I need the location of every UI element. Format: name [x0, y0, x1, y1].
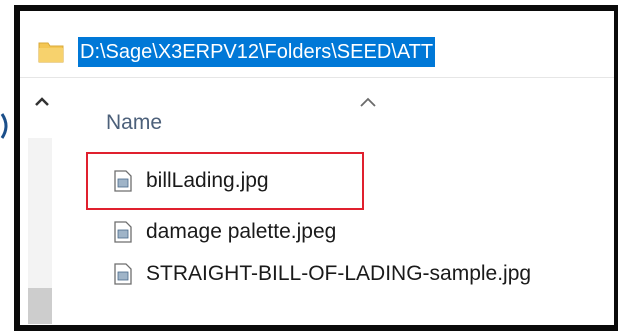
- list-item[interactable]: damage palette.jpeg: [114, 215, 336, 249]
- scrollbar-track[interactable]: [28, 138, 52, 288]
- folder-icon: [38, 42, 64, 63]
- file-name: damage palette.jpeg: [146, 220, 337, 243]
- file-name: billLading.jpg: [146, 169, 269, 192]
- file-name: STRAIGHT-BILL-OF-LADING-sample.jpg: [146, 262, 532, 285]
- list-item[interactable]: billLading.jpg: [114, 164, 269, 198]
- partial-bracket-icon: [0, 113, 8, 139]
- image-file-icon: [114, 221, 132, 243]
- address-path-input[interactable]: D:\Sage\X3ERPV12\Folders\SEED\ATT: [78, 37, 436, 67]
- scroll-up-arrow-icon[interactable]: [32, 92, 52, 112]
- image-file-icon: [114, 170, 132, 192]
- file-explorer-window: D:\Sage\X3ERPV12\Folders\SEED\ATT Name b…: [14, 5, 618, 331]
- image-file-icon: [114, 263, 132, 285]
- navigation-pane: [20, 78, 64, 325]
- column-header-name[interactable]: Name: [106, 111, 162, 135]
- address-bar[interactable]: D:\Sage\X3ERPV12\Folders\SEED\ATT: [20, 11, 614, 78]
- sort-ascending-chevron-icon: [360, 97, 376, 107]
- list-item[interactable]: STRAIGHT-BILL-OF-LADING-sample.jpg: [114, 257, 531, 291]
- scrollbar-thumb[interactable]: [28, 288, 52, 324]
